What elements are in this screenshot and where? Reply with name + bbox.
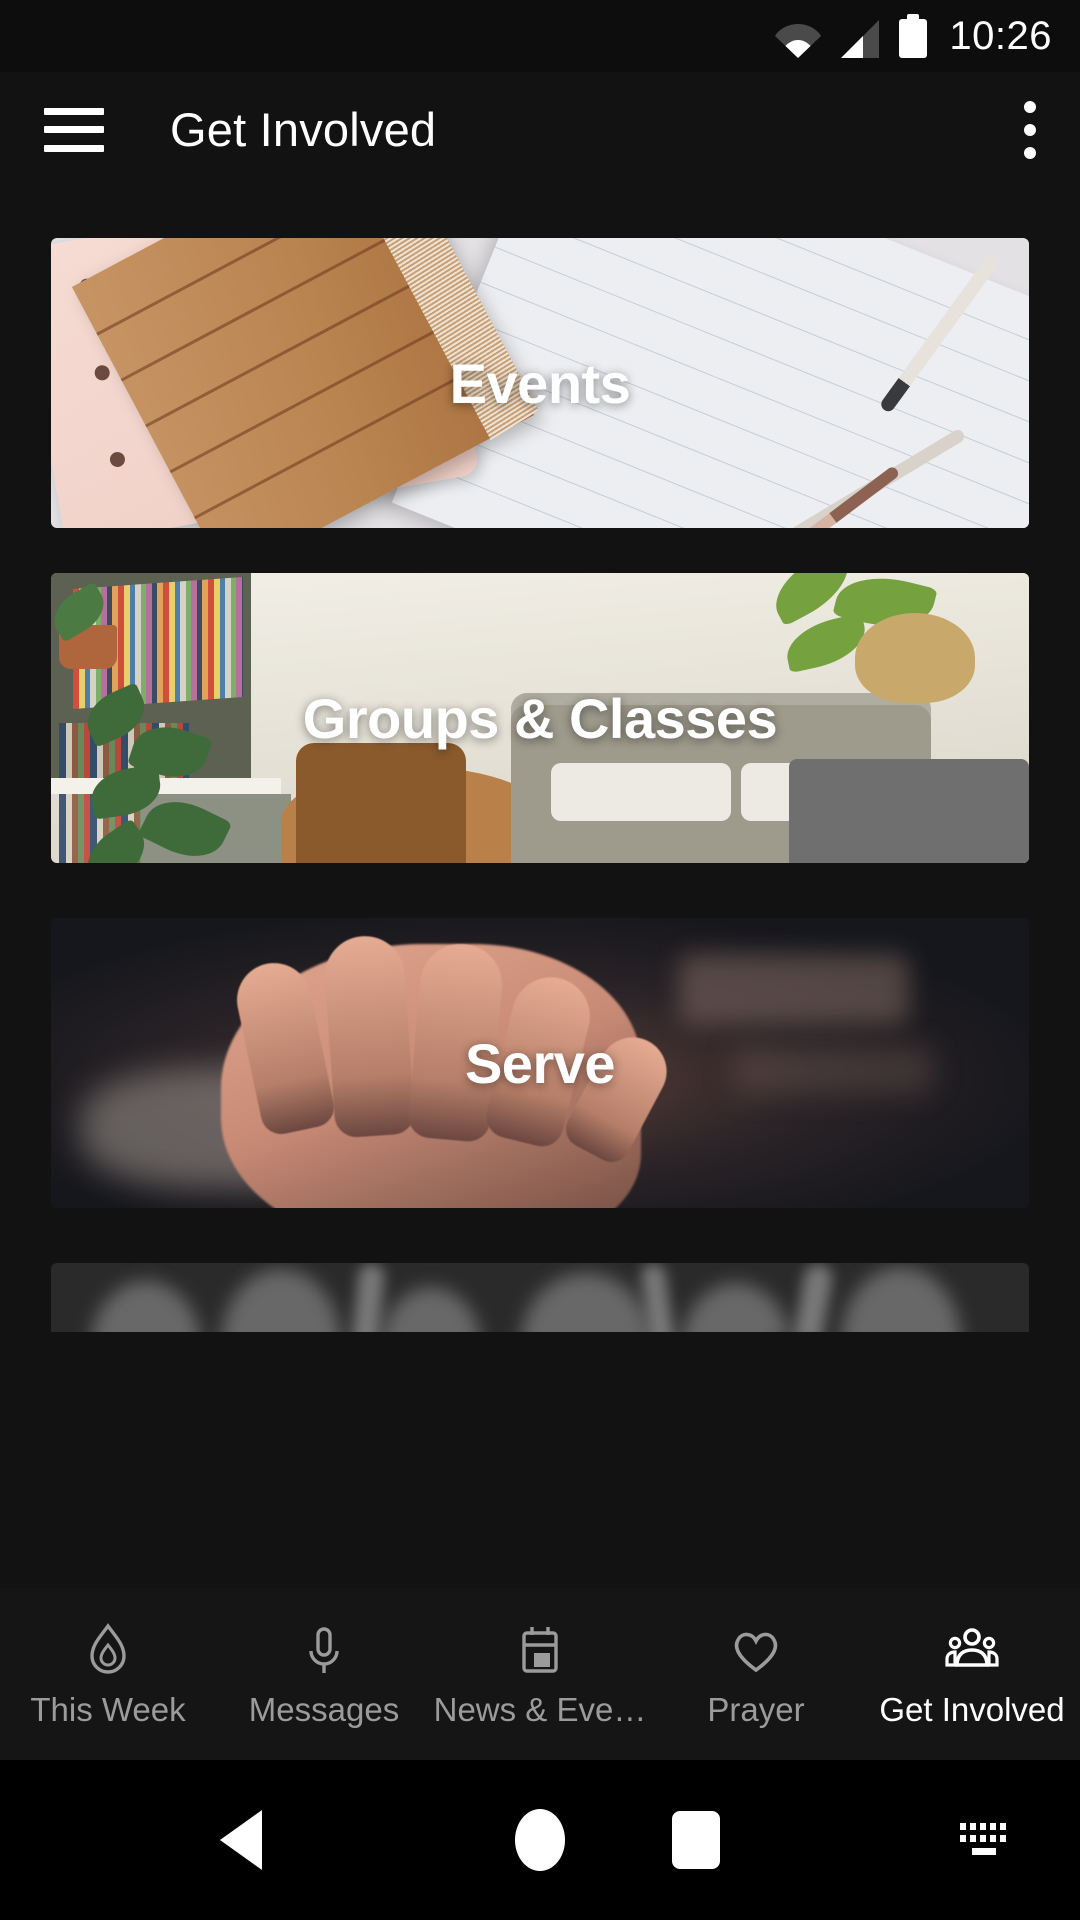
nav-label-get-involved: Get Involved xyxy=(879,1690,1065,1728)
group-people-icon xyxy=(944,1623,1000,1679)
keyboard-icon[interactable] xyxy=(958,1817,1010,1863)
nav-item-get-involved[interactable]: Get Involved xyxy=(864,1588,1080,1760)
card-serve[interactable]: Serve xyxy=(51,918,1029,1208)
card-events-label: Events xyxy=(449,351,631,415)
wifi-icon xyxy=(775,20,822,58)
system-navigation-bar xyxy=(0,1760,1080,1920)
status-bar-icons xyxy=(775,14,928,58)
flame-icon xyxy=(80,1622,136,1679)
calendar-icon xyxy=(512,1623,568,1679)
nav-label-messages: Messages xyxy=(248,1690,400,1728)
bottom-navigation: This Week Messages News & Eve… Prayer Ge… xyxy=(0,1588,1080,1760)
nav-item-news-events[interactable]: News & Eve… xyxy=(432,1588,648,1760)
recents-square-icon[interactable] xyxy=(672,1811,720,1869)
nav-label-news-events: News & Eve… xyxy=(433,1690,647,1728)
microphone-icon xyxy=(296,1623,352,1679)
phone-screen: 10:26 Get Involved Events Groups & Class… xyxy=(0,0,1080,1920)
status-bar-clock: 10:26 xyxy=(949,14,1052,58)
hamburger-menu-icon[interactable] xyxy=(44,107,104,152)
more-vertical-icon[interactable] xyxy=(1024,100,1036,159)
cellular-signal-icon xyxy=(839,20,881,58)
home-circle-icon[interactable] xyxy=(515,1809,565,1871)
nav-item-prayer[interactable]: Prayer xyxy=(648,1588,864,1760)
card-fourth-partial[interactable] xyxy=(51,1263,1029,1332)
nav-item-messages[interactable]: Messages xyxy=(216,1588,432,1760)
status-bar: 10:26 xyxy=(0,0,1080,72)
card-list[interactable]: Events Groups & Classes Serve xyxy=(0,187,1080,1332)
nav-item-this-week[interactable]: This Week xyxy=(0,1588,216,1760)
card-groups-classes[interactable]: Groups & Classes xyxy=(51,573,1029,863)
card-events[interactable]: Events xyxy=(51,238,1029,528)
card-groups-classes-label: Groups & Classes xyxy=(302,686,778,750)
page-title: Get Involved xyxy=(170,103,437,156)
nav-label-prayer: Prayer xyxy=(707,1690,805,1728)
heart-icon xyxy=(728,1623,784,1679)
app-bar: Get Involved xyxy=(0,72,1080,187)
card-serve-label: Serve xyxy=(464,1031,616,1095)
back-triangle-icon[interactable] xyxy=(220,1810,262,1870)
nav-label-this-week: This Week xyxy=(30,1690,186,1728)
battery-icon xyxy=(899,14,928,58)
